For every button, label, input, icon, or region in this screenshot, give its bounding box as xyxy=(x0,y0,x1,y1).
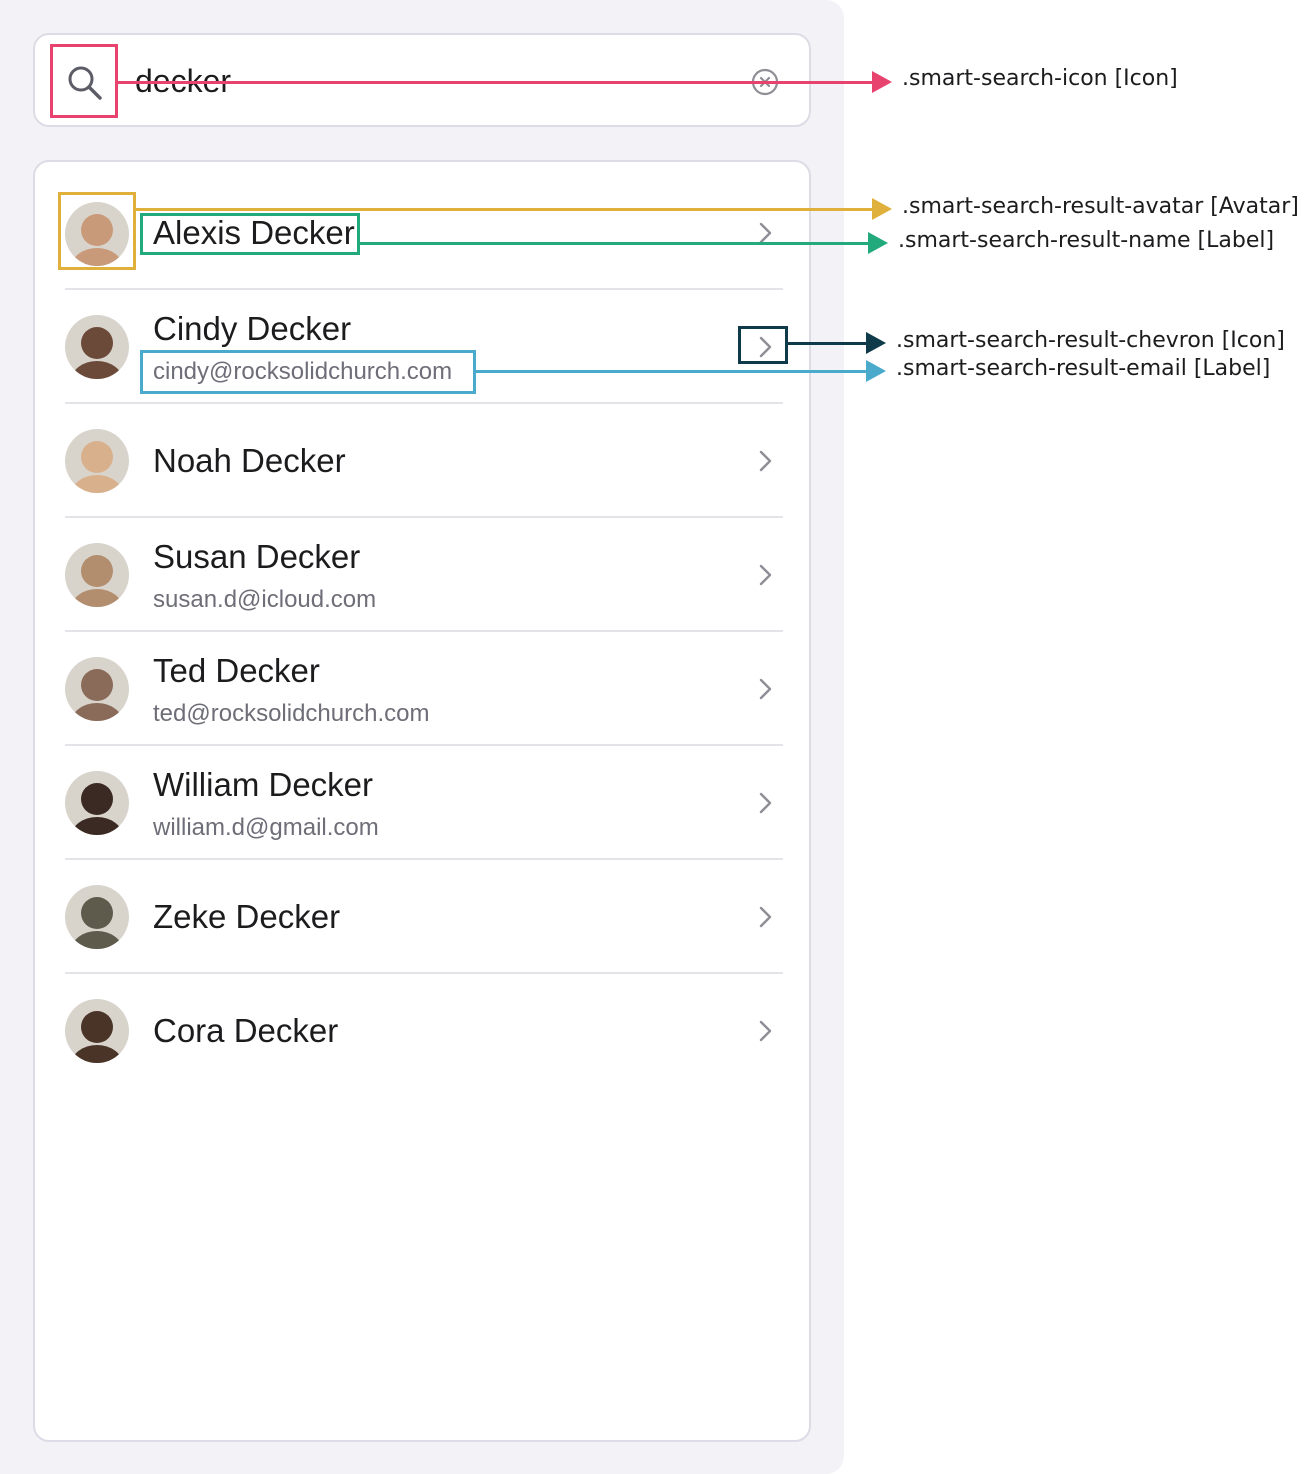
result-email: susan.d@icloud.com xyxy=(153,586,377,613)
annotation-box xyxy=(738,326,788,364)
chevron-right-icon[interactable] xyxy=(755,562,775,588)
result-avatar xyxy=(65,429,129,493)
chevron-right-icon[interactable] xyxy=(755,904,775,930)
person-photo-icon xyxy=(65,771,129,835)
annotation-label: .smart-search-result-chevron [Icon] xyxy=(896,328,1285,353)
annotation-arrowhead xyxy=(866,360,886,382)
result-avatar xyxy=(65,885,129,949)
annotation-box xyxy=(140,350,476,394)
annotation-arrowhead xyxy=(872,198,892,220)
person-photo-icon xyxy=(65,657,129,721)
annotation-label: .smart-search-result-avatar [Avatar] xyxy=(902,194,1299,219)
result-avatar xyxy=(65,999,129,1063)
result-name: Cora Decker xyxy=(153,1012,339,1049)
chevron-right-icon[interactable] xyxy=(755,1018,775,1044)
result-avatar xyxy=(65,315,129,379)
result-name: Susan Decker xyxy=(153,538,361,575)
result-avatar xyxy=(65,657,129,721)
annotation-box xyxy=(50,44,118,118)
result-avatar xyxy=(65,543,129,607)
search-box[interactable] xyxy=(33,33,811,127)
search-result-row[interactable]: Ted Decker ted@rocksolidchurch.com xyxy=(65,632,783,746)
search-result-row[interactable]: Cora Decker xyxy=(65,974,783,1088)
chevron-right-icon[interactable] xyxy=(755,790,775,816)
annotation-arrowhead xyxy=(866,332,886,354)
annotation-line xyxy=(360,242,868,245)
annotation-arrowhead xyxy=(868,232,888,254)
person-photo-icon xyxy=(65,543,129,607)
annotation-box xyxy=(58,192,136,270)
result-name: Cindy Decker xyxy=(153,310,352,347)
search-result-row[interactable]: Susan Decker susan.d@icloud.com xyxy=(65,518,783,632)
search-result-row[interactable]: Zeke Decker xyxy=(65,860,783,974)
annotation-label: .smart-search-icon [Icon] xyxy=(902,66,1178,91)
search-result-row[interactable]: Noah Decker xyxy=(65,404,783,518)
result-avatar xyxy=(65,771,129,835)
annotation-box xyxy=(140,213,360,255)
chevron-right-icon[interactable] xyxy=(755,448,775,474)
result-email: william.d@gmail.com xyxy=(153,814,379,841)
annotation-label: .smart-search-result-email [Label] xyxy=(896,356,1271,381)
annotation-line xyxy=(136,208,872,211)
result-name: Zeke Decker xyxy=(153,898,341,935)
annotation-line xyxy=(118,81,872,84)
result-name: Ted Decker xyxy=(153,652,320,689)
person-photo-icon xyxy=(65,999,129,1063)
result-name: William Decker xyxy=(153,766,374,803)
annotation-label: .smart-search-result-name [Label] xyxy=(898,228,1275,253)
search-result-row[interactable]: William Decker william.d@gmail.com xyxy=(65,746,783,860)
chevron-right-icon[interactable] xyxy=(755,676,775,702)
annotation-line xyxy=(788,342,866,345)
annotation-arrowhead xyxy=(872,71,892,93)
result-email: ted@rocksolidchurch.com xyxy=(153,700,430,727)
result-name: Noah Decker xyxy=(153,442,346,479)
person-photo-icon xyxy=(65,429,129,493)
annotation-line xyxy=(476,370,866,373)
person-photo-icon xyxy=(65,885,129,949)
person-photo-icon xyxy=(65,315,129,379)
